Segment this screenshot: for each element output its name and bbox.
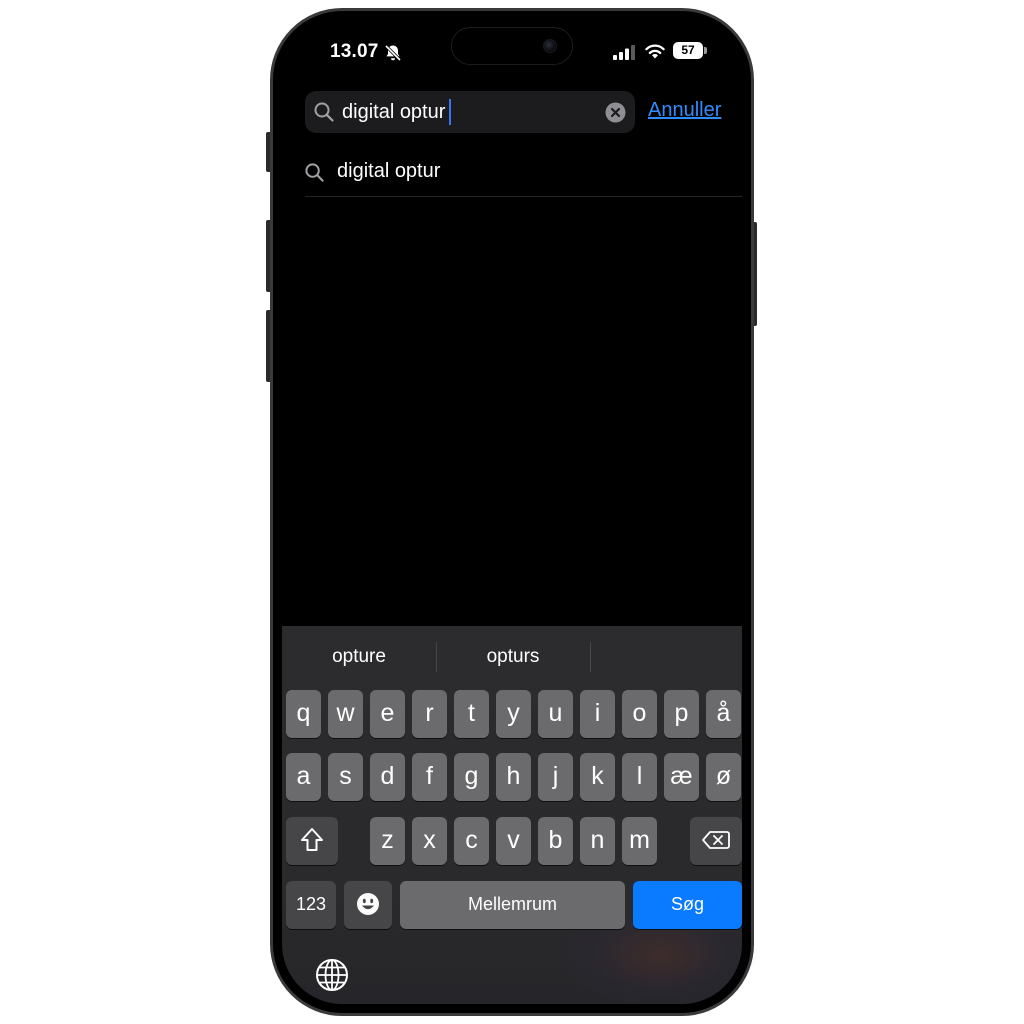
bell-slash-icon [384,44,402,62]
prediction-divider [590,642,591,672]
key-o[interactable]: o [622,690,657,738]
key-ae[interactable]: æ [664,753,699,801]
key-a[interactable]: a [286,753,321,801]
xmark-circle-icon[interactable] [605,102,626,123]
status-time: 13.07 [330,41,379,62]
front-camera [543,39,557,53]
key-i[interactable]: i [580,690,615,738]
key-l[interactable]: l [622,753,657,801]
search-icon [314,102,334,122]
key-m[interactable]: m [622,817,657,865]
search-icon [305,163,324,182]
backspace-icon [702,831,730,849]
cancel-button[interactable]: Annuller [648,99,721,122]
key-g[interactable]: g [454,753,489,801]
search-input[interactable] [342,99,592,125]
prediction-2[interactable]: opturs [438,646,588,668]
text-cursor [449,99,451,125]
space-key[interactable]: Mellemrum [400,881,625,929]
shift-icon [301,828,323,851]
keyboard [282,626,742,1004]
key-b[interactable]: b [538,817,573,865]
key-e[interactable]: e [370,690,405,738]
key-c[interactable]: c [454,817,489,865]
battery-tip [704,47,707,54]
backspace-key[interactable] [690,817,742,865]
key-v[interactable]: v [496,817,531,865]
key-s[interactable]: s [328,753,363,801]
key-y[interactable]: y [496,690,531,738]
wifi-icon [645,44,665,59]
shift-key[interactable] [286,817,338,865]
key-n[interactable]: n [580,817,615,865]
key-f[interactable]: f [412,753,447,801]
key-oe[interactable]: ø [706,753,741,801]
emoji-key[interactable] [344,881,392,929]
key-k[interactable]: k [580,753,615,801]
numbers-key[interactable]: 123 [286,881,336,929]
battery-icon: 57 [673,42,703,59]
prediction-1[interactable]: opture [284,646,434,668]
key-r[interactable]: r [412,690,447,738]
key-d[interactable]: d [370,753,405,801]
key-u[interactable]: u [538,690,573,738]
key-h[interactable]: h [496,753,531,801]
emoji-icon [357,893,379,915]
search-suggestion-text: digital optur [337,160,441,182]
key-x[interactable]: x [412,817,447,865]
key-q[interactable]: q [286,690,321,738]
key-p[interactable]: p [664,690,699,738]
key-j[interactable]: j [538,753,573,801]
search-key[interactable]: Søg [633,881,742,929]
divider [305,196,742,197]
signal-icon [613,45,635,60]
globe-icon[interactable] [314,957,350,993]
key-w[interactable]: w [328,690,363,738]
key-aa[interactable]: å [706,690,741,738]
key-z[interactable]: z [370,817,405,865]
prediction-divider [436,642,437,672]
key-t[interactable]: t [454,690,489,738]
